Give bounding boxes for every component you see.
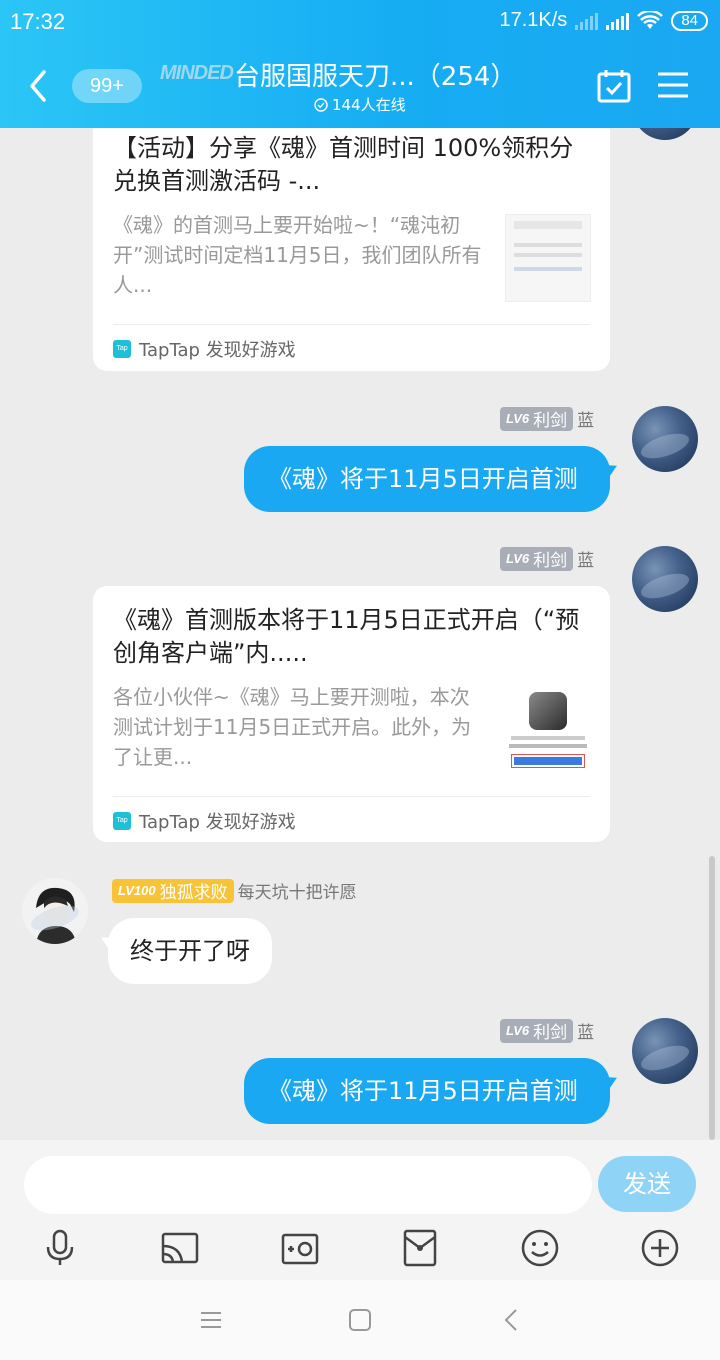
check-circle-icon [314, 97, 328, 112]
card-thumbnail [505, 686, 591, 774]
home-icon[interactable] [348, 1308, 372, 1332]
plus-icon[interactable] [640, 1228, 680, 1268]
link-card[interactable]: 《魂》首测版本将于11月5日正式开启（“预创角客户端”内..... 各位小伙伴~… [93, 586, 610, 842]
level-badge: LV6 利剑 [500, 1018, 574, 1043]
chat-area[interactable]: 【活动】分享《魂》首测时间 100%领积分兑换首测激活码 -... 《魂》的首测… [0, 128, 720, 1140]
signal-icon-1 [606, 12, 630, 30]
avatar[interactable] [632, 546, 698, 612]
card-source: Tap TapTap 发现好游戏 [113, 808, 296, 834]
recent-apps-icon[interactable] [200, 1308, 222, 1332]
system-nav-bar [0, 1280, 720, 1360]
avatar-illustration [36, 887, 76, 944]
avatar[interactable] [22, 878, 88, 944]
status-bar: 17:32 17.1K/s 84 [0, 0, 720, 44]
source-label: TapTap 发现好游戏 [139, 812, 296, 833]
taptap-logo-icon: Tap [113, 812, 131, 830]
sender-row: LV6 利剑 蓝 [500, 546, 594, 571]
status-time: 17:32 [10, 9, 66, 34]
cast-screen-icon[interactable] [160, 1228, 200, 1268]
red-packet-icon[interactable] [400, 1228, 440, 1268]
avatar[interactable] [632, 406, 698, 472]
group-title[interactable]: 台服国服天刀...（254） [234, 56, 516, 93]
scrollbar[interactable] [709, 856, 715, 1140]
level-badge: LV6 利剑 [500, 546, 574, 571]
online-label: 144人在线 [332, 96, 406, 114]
sender-name[interactable]: 蓝 [577, 1018, 594, 1043]
wifi-icon [637, 10, 664, 29]
sender-row: LV100 独孤求败 每天坑十把许愿 [112, 878, 357, 903]
chat-header: 99+ MINDED 台服国服天刀...（254） 144人在线 [0, 48, 720, 128]
avatar[interactable] [632, 1018, 698, 1084]
sender-name[interactable]: 每天坑十把许愿 [238, 878, 357, 903]
message-input[interactable] [24, 1156, 592, 1214]
back-icon[interactable] [24, 66, 54, 106]
top-bar: 17:32 17.1K/s 84 99+ MINDED 台服国服天刀...（25… [0, 0, 720, 128]
level-badge: LV100 独孤求败 [112, 878, 234, 903]
signal-icon-2 [575, 12, 599, 30]
network-speed: 17.1K/s [499, 9, 568, 31]
card-source: Tap TapTap 发现好游戏 [113, 336, 296, 362]
avatar[interactable] [632, 128, 698, 140]
system-back-icon[interactable] [502, 1308, 520, 1332]
card-description: 《魂》的首测马上要开始啦~！“魂沌初开”测试时间定档11月5日，我们团队所有人.… [113, 213, 482, 297]
send-button[interactable]: 发送 [598, 1156, 696, 1212]
calendar-check-icon[interactable] [596, 68, 632, 104]
online-count: 144人在线 [314, 94, 406, 115]
card-separator [113, 324, 590, 325]
link-card[interactable]: 【活动】分享《魂》首测时间 100%领积分兑换首测激活码 -... 《魂》的首测… [93, 128, 610, 371]
card-description: 各位小伙伴~《魂》马上要开测啦，本次测试计划于11月5日正式开启。此外，为了让更… [113, 685, 472, 769]
message-bubble[interactable]: 《魂》将于11月5日开启首测 [244, 446, 610, 512]
photo-icon[interactable] [280, 1228, 320, 1268]
taptap-logo-icon: Tap [113, 340, 131, 358]
composer: 发送 [0, 1140, 720, 1280]
sender-name[interactable]: 蓝 [577, 406, 594, 431]
sender-row: LV6 利剑 蓝 [500, 406, 594, 431]
menu-icon[interactable] [656, 70, 690, 100]
card-separator [113, 796, 590, 797]
card-thumbnail [505, 214, 591, 302]
message-bubble[interactable]: 《魂》将于11月5日开启首测 [244, 1058, 610, 1124]
card-title: 【活动】分享《魂》首测时间 100%领积分兑换首测激活码 -... [113, 134, 574, 195]
microphone-icon[interactable] [40, 1228, 80, 1268]
sender-name[interactable]: 蓝 [577, 546, 594, 571]
message-bubble[interactable]: 终于开了呀 [108, 918, 272, 984]
battery-indicator: 84 [671, 10, 708, 31]
source-label: TapTap 发现好游戏 [139, 340, 296, 361]
unread-badge[interactable]: 99+ [72, 69, 142, 103]
sender-row: LV6 利剑 蓝 [500, 1018, 594, 1043]
status-right: 17.1K/s 84 [499, 9, 708, 32]
brand-logo: MINDED [160, 62, 234, 84]
level-badge: LV6 利剑 [500, 406, 574, 431]
emoji-icon[interactable] [520, 1228, 560, 1268]
card-title: 《魂》首测版本将于11月5日正式开启（“预创角客户端”内..... [113, 606, 580, 667]
